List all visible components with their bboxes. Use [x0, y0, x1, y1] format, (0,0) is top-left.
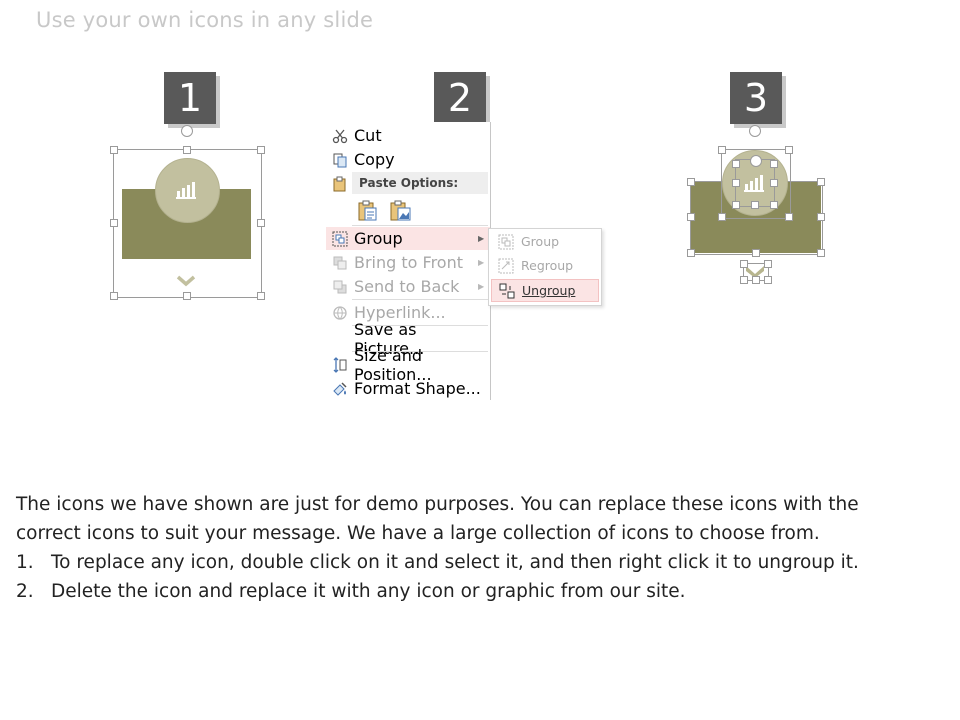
step-1-badge: 1	[164, 72, 216, 124]
resize-handle[interactable]	[764, 260, 772, 268]
resize-handle[interactable]	[752, 276, 760, 284]
rotate-handle[interactable]	[181, 125, 193, 137]
group-submenu: Group Regroup Ungroup	[488, 228, 602, 306]
resize-handle[interactable]	[752, 249, 760, 257]
resize-handle[interactable]	[718, 146, 726, 154]
intro-paragraph: The icons we have shown are just for dem…	[16, 494, 859, 544]
size-position-icon	[326, 356, 354, 373]
resize-handle[interactable]	[687, 249, 695, 257]
menu-item-label: Format Shape...	[354, 379, 481, 398]
menu-item-label: Bring to Front	[354, 253, 463, 272]
rotate-handle[interactable]	[749, 125, 761, 137]
resize-handle[interactable]	[732, 160, 740, 168]
resize-handle[interactable]	[740, 260, 748, 268]
scissors-icon	[326, 128, 354, 144]
menu-item-size-and-position[interactable]: Size and Position...	[326, 346, 490, 384]
bar-chart-icon	[176, 182, 196, 199]
resize-handle[interactable]	[764, 276, 772, 284]
resize-handle[interactable]	[257, 219, 265, 227]
resize-handle[interactable]	[770, 160, 778, 168]
resize-handle[interactable]	[110, 146, 118, 154]
resize-handle[interactable]	[110, 219, 118, 227]
menu-item-group[interactable]: Group ▶	[326, 227, 490, 250]
submenu-item-label: Group	[521, 234, 560, 249]
resize-handle[interactable]	[257, 292, 265, 300]
instructions: The icons we have shown are just for dem…	[16, 490, 926, 606]
copy-icon	[326, 152, 354, 168]
submenu-item-label: Regroup	[521, 258, 574, 273]
bring-front-icon	[326, 255, 354, 271]
menu-item-label: Cut	[354, 126, 382, 145]
resize-handle[interactable]	[817, 249, 825, 257]
menu-item-send-to-back[interactable]: Send to Back ▶	[326, 275, 490, 298]
resize-handle[interactable]	[687, 178, 695, 186]
resize-handle[interactable]	[785, 146, 793, 154]
menu-item-bring-to-front[interactable]: Bring to Front ▶	[326, 251, 490, 274]
list-number: 1.	[16, 552, 34, 573]
resize-handle[interactable]	[183, 146, 191, 154]
hyperlink-icon	[326, 305, 354, 321]
menu-item-label: Send to Back	[354, 277, 460, 296]
paste-option-picture[interactable]	[389, 199, 413, 223]
paste-picture-icon	[390, 200, 411, 221]
menu-separator	[352, 299, 488, 300]
instruction-list: 1. To replace any icon, double click on …	[16, 548, 926, 606]
menu-item-copy[interactable]: Copy	[326, 148, 490, 171]
list-text: Delete the icon and replace it with any …	[51, 581, 686, 602]
regroup-icon	[491, 258, 521, 274]
group-icon	[491, 234, 521, 250]
step-2-badge: 2	[434, 72, 486, 124]
resize-handle[interactable]	[687, 213, 695, 221]
resize-handle[interactable]	[257, 146, 265, 154]
paste-option-keep-formatting[interactable]	[357, 199, 379, 223]
resize-handle[interactable]	[770, 201, 778, 209]
resize-handle[interactable]	[732, 179, 740, 187]
submenu-item-regroup[interactable]: Regroup	[491, 254, 599, 277]
submenu-item-ungroup[interactable]: Ungroup	[491, 279, 599, 302]
list-number: 2.	[16, 581, 34, 602]
clipboard-icon	[326, 176, 354, 192]
menu-item-label: Group	[354, 229, 403, 248]
resize-handle[interactable]	[817, 213, 825, 221]
send-back-icon	[326, 279, 354, 295]
menu-item-format-shape[interactable]: Format Shape...	[326, 377, 490, 400]
slide-title: Use your own icons in any slide	[36, 8, 374, 32]
chevron-down-icon	[176, 275, 196, 287]
group-icon	[326, 231, 354, 247]
rotate-handle[interactable]	[750, 155, 762, 167]
submenu-item-label: Ungroup	[522, 283, 576, 298]
resize-handle[interactable]	[183, 292, 191, 300]
step-3-badge: 3	[730, 72, 782, 124]
ungroup-icon	[492, 283, 522, 299]
list-item: 2. Delete the icon and replace it with a…	[16, 577, 926, 606]
menu-item-cut[interactable]: Cut	[326, 124, 490, 147]
resize-handle[interactable]	[770, 179, 778, 187]
resize-handle[interactable]	[751, 201, 759, 209]
menu-separator	[352, 225, 488, 226]
resize-handle[interactable]	[817, 178, 825, 186]
list-item: 1. To replace any icon, double click on …	[16, 548, 926, 577]
list-text: To replace any icon, double click on it …	[51, 552, 859, 573]
resize-handle[interactable]	[740, 276, 748, 284]
resize-handle[interactable]	[718, 213, 726, 221]
format-shape-icon	[326, 381, 354, 397]
menu-item-label: Copy	[354, 150, 395, 169]
paste-options-header: Paste Options:	[352, 172, 488, 194]
resize-handle[interactable]	[785, 213, 793, 221]
resize-handle[interactable]	[732, 201, 740, 209]
paste-keep-formatting-icon	[358, 200, 377, 221]
resize-handle[interactable]	[110, 292, 118, 300]
submenu-item-group[interactable]: Group	[491, 230, 599, 253]
